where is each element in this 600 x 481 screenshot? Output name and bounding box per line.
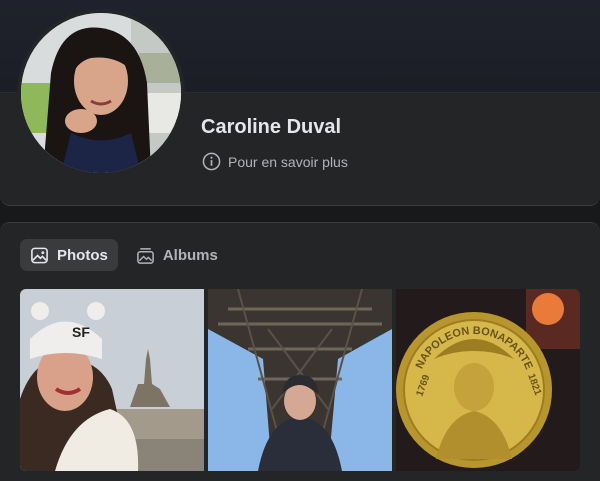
napoleon-coin-image: NAPOLEON BONAPARTE 1769 1821: [396, 289, 580, 471]
selfie-eiffel-tower-image: [208, 289, 392, 471]
tab-albums[interactable]: Albums: [126, 239, 228, 271]
photo-thumbnail-1[interactable]: SF: [20, 289, 204, 471]
photo-thumbnail-2[interactable]: [208, 289, 392, 471]
album-icon: [136, 247, 154, 264]
photo-thumbnail-3[interactable]: NAPOLEON BONAPARTE 1769 1821: [396, 289, 580, 471]
profile-name: Caroline Duval: [201, 116, 342, 138]
tab-albums-label: Albums: [162, 246, 218, 264]
profile-photo-icon: [21, 13, 181, 173]
avatar[interactable]: [21, 13, 181, 173]
selfie-mont-saint-michel-image: SF: [20, 289, 204, 471]
about-label: Pour en savoir plus: [228, 153, 348, 170]
tab-photos-label: Photos: [57, 246, 108, 264]
photo-grid: SF NAPOLEON BONAPARTE 1769 1821: [20, 289, 580, 471]
about-link[interactable]: Pour en savoir plus: [202, 152, 348, 171]
photo-tabs: Photos Albums: [20, 239, 228, 271]
photos-section: Photos Albums SF NAPOLEON BONAPARTE 1769…: [0, 222, 600, 481]
avatar-frame: [17, 9, 185, 177]
info-icon: [202, 152, 221, 171]
svg-text:SF: SF: [72, 324, 90, 340]
photo-icon: [31, 247, 48, 263]
tab-photos[interactable]: Photos: [20, 239, 118, 271]
